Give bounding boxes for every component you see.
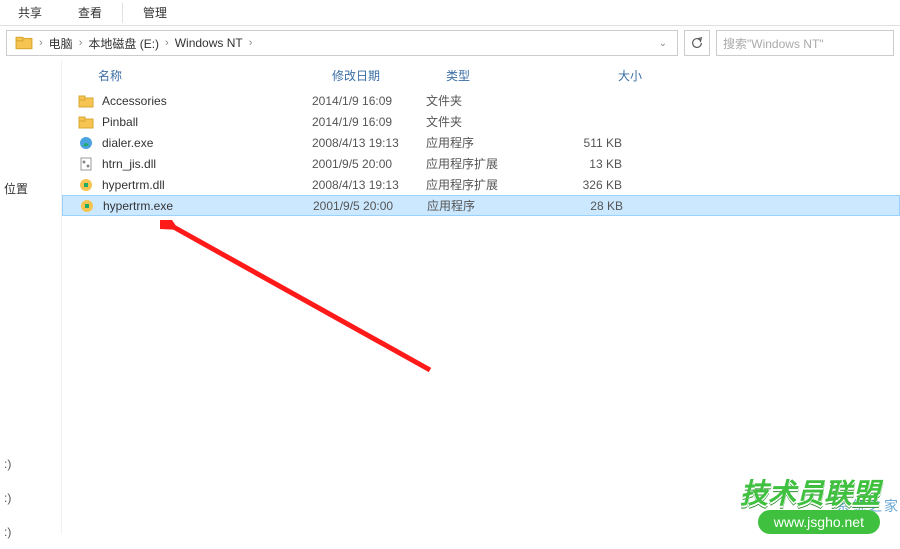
column-name[interactable]: 名称: [98, 67, 332, 84]
search-input[interactable]: 搜索"Windows NT": [716, 30, 894, 56]
folder-icon: [78, 114, 94, 130]
folder-icon: [15, 34, 33, 52]
file-type: 文件夹: [426, 92, 548, 109]
share-tab[interactable]: 共享: [0, 0, 60, 25]
sidebar: 位置 :) :) :): [0, 60, 62, 534]
file-date: 2001/9/5 20:00: [313, 199, 427, 213]
file-name: dialer.exe: [102, 136, 153, 150]
divider: [122, 3, 123, 23]
column-date[interactable]: 修改日期: [332, 67, 446, 84]
file-date: 2008/4/13 19:13: [312, 178, 426, 192]
file-type: 应用程序扩展: [426, 176, 548, 193]
breadcrumb[interactable]: › 电脑 › 本地磁盘 (E:) › Windows NT › ⌄: [6, 30, 678, 56]
file-row[interactable]: Pinball 2014/1/9 16:09 文件夹: [62, 111, 900, 132]
sidebar-colon-2: :): [0, 481, 61, 515]
file-row[interactable]: hypertrm.exe 2001/9/5 20:00 应用程序 28 KB: [62, 195, 900, 216]
file-size: 511 KB: [548, 136, 652, 150]
file-list: 名称 修改日期 类型 大小 Accessories 2014/1/9 16:09…: [62, 60, 900, 534]
file-date: 2001/9/5 20:00: [312, 157, 426, 171]
dialer-icon: [78, 135, 94, 151]
sidebar-colon-3: :): [0, 515, 61, 549]
manage-tab[interactable]: 管理: [125, 0, 185, 25]
sidebar-item-location[interactable]: 位置: [0, 170, 61, 207]
file-type: 应用程序: [426, 134, 548, 151]
chevron-right-icon: ›: [33, 37, 49, 49]
chevron-down-icon[interactable]: ⌄: [659, 38, 667, 49]
file-name: htrn_jis.dll: [102, 157, 156, 171]
file-name: Pinball: [102, 115, 138, 129]
chevron-right-icon: ›: [243, 37, 259, 49]
file-name: hypertrm.exe: [103, 199, 173, 213]
column-size[interactable]: 大小: [568, 67, 672, 84]
breadcrumb-computer[interactable]: 电脑: [49, 35, 73, 52]
refresh-button[interactable]: [684, 30, 710, 56]
breadcrumb-folder[interactable]: Windows NT: [175, 36, 243, 50]
folder-icon: [78, 93, 94, 109]
file-row[interactable]: Accessories 2014/1/9 16:09 文件夹: [62, 90, 900, 111]
sidebar-colon-1: :): [0, 447, 61, 481]
column-headers[interactable]: 名称 修改日期 类型 大小: [62, 60, 900, 90]
chevron-right-icon: ›: [159, 37, 175, 49]
file-row[interactable]: dialer.exe 2008/4/13 19:13 应用程序 511 KB: [62, 132, 900, 153]
file-name: Accessories: [102, 94, 167, 108]
hypertrm-icon: [78, 177, 94, 193]
view-tab[interactable]: 查看: [60, 0, 120, 25]
file-name: hypertrm.dll: [102, 178, 165, 192]
chevron-right-icon: ›: [73, 37, 89, 49]
column-type[interactable]: 类型: [446, 67, 568, 84]
watermark-url: www.jsgho.net: [758, 510, 880, 534]
file-size: 326 KB: [548, 178, 652, 192]
file-date: 2008/4/13 19:13: [312, 136, 426, 150]
file-type: 文件夹: [426, 113, 548, 130]
file-date: 2014/1/9 16:09: [312, 115, 426, 129]
file-size: 13 KB: [548, 157, 652, 171]
hypertrm-icon: [79, 198, 95, 214]
file-type: 应用程序扩展: [426, 155, 548, 172]
file-row[interactable]: hypertrm.dll 2008/4/13 19:13 应用程序扩展 326 …: [62, 174, 900, 195]
file-type: 应用程序: [427, 197, 549, 214]
watermark-brand: 技术员联盟: [740, 472, 880, 512]
file-size: 28 KB: [549, 199, 653, 213]
dll-icon: [78, 156, 94, 172]
file-date: 2014/1/9 16:09: [312, 94, 426, 108]
refresh-icon: [690, 36, 704, 50]
breadcrumb-drive[interactable]: 本地磁盘 (E:): [88, 35, 159, 52]
file-row[interactable]: htrn_jis.dll 2001/9/5 20:00 应用程序扩展 13 KB: [62, 153, 900, 174]
